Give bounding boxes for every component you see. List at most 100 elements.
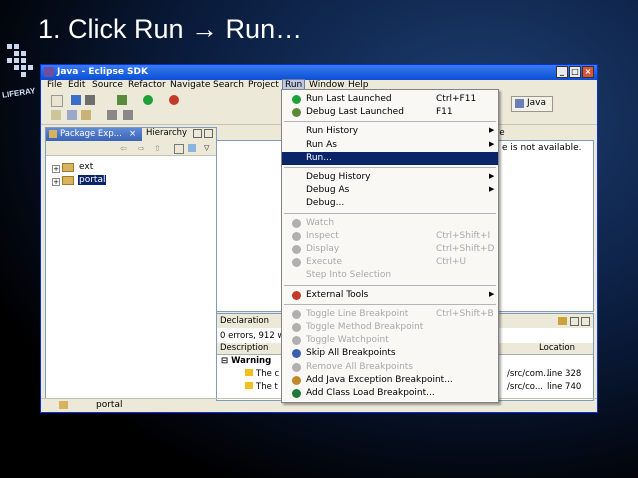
menu-separator xyxy=(284,212,496,214)
table-row[interactable]: The c xyxy=(245,369,279,379)
tab-label: Package Exp... xyxy=(60,129,122,139)
menu-item-debug-last-launched[interactable]: Debug Last Launched F11 xyxy=(282,106,498,119)
submenu-arrow-icon: ▶ xyxy=(489,289,495,298)
menu-item-execute: Execute Ctrl+U xyxy=(282,256,498,269)
menu-navigate[interactable]: Navigate xyxy=(168,80,212,90)
menu-refactor[interactable]: Refactor xyxy=(126,80,168,90)
print-icon[interactable] xyxy=(85,95,95,105)
debug-last-icon xyxy=(292,108,301,118)
menu-item-remove-all-breakpoints: Remove All Breakpoints xyxy=(282,361,498,374)
skip-breakpoints-icon xyxy=(292,349,301,359)
eclipse-icon xyxy=(44,67,54,77)
menu-project[interactable]: Project xyxy=(246,80,281,90)
menu-item-shortcut: Ctrl+Shift+D xyxy=(436,244,495,254)
project-folder-icon xyxy=(62,176,74,185)
minimize-button[interactable]: _ xyxy=(556,66,568,78)
package-icon xyxy=(49,130,57,138)
menu-item-run[interactable]: Run... xyxy=(282,151,498,165)
liferay-logo: LIFERAY xyxy=(2,44,36,114)
table-row[interactable]: ⊟ Warning xyxy=(221,356,271,366)
menu-item-debug-history[interactable]: Debug History ▶ xyxy=(282,171,498,184)
menu-file[interactable]: File xyxy=(45,80,64,90)
menu-separator xyxy=(284,167,496,168)
menu-item-label: Debug History xyxy=(306,172,371,182)
up-icon[interactable]: ⇧ xyxy=(154,144,161,153)
menu-item-debug[interactable]: Debug... xyxy=(282,197,498,210)
column-description[interactable]: Description xyxy=(220,343,268,353)
row-path: /src/co... xyxy=(507,382,543,392)
menu-item-run-as[interactable]: Run As ▶ xyxy=(282,139,498,152)
menu-item-external-tools[interactable]: External Tools ▶ xyxy=(282,289,498,302)
tab-package-explorer[interactable]: Package Exp... × xyxy=(46,128,142,141)
slide-title: 1. Click Run → Run… xyxy=(38,14,303,44)
run-icon[interactable] xyxy=(143,95,153,105)
forward-icon[interactable]: ⇨ xyxy=(138,144,145,153)
menu-item-label: Toggle Line Breakpoint xyxy=(306,308,409,319)
java-perspective-button[interactable]: Java xyxy=(511,96,553,112)
liferay-logo-text: LIFERAY xyxy=(1,86,36,100)
collapse-icon[interactable]: ⊟ xyxy=(221,356,231,366)
minimize-view-icon[interactable] xyxy=(193,129,202,138)
open-type-icon[interactable] xyxy=(51,110,61,120)
package-explorer-toolbar: ⇦ ⇨ ⇧ ▽ xyxy=(46,141,216,156)
link-editor-icon[interactable] xyxy=(188,144,196,152)
project-folder-icon xyxy=(62,163,74,172)
menu-item-run-last-launched[interactable]: Run Last Launched Ctrl+F11 xyxy=(282,93,498,106)
java-perspective-icon xyxy=(515,99,524,108)
menu-item-add-class-load-breakpoint[interactable]: Add Class Load Breakpoint... xyxy=(282,387,498,400)
menu-item-inspect: Inspect Ctrl+Shift+I xyxy=(282,230,498,243)
inspect-icon xyxy=(292,231,301,241)
view-menu-icon[interactable]: ▽ xyxy=(204,144,209,152)
menu-item-label: Run As xyxy=(306,139,337,150)
minimize-view-icon[interactable] xyxy=(570,317,579,326)
back-icon[interactable]: ⇦ xyxy=(120,144,127,153)
filter-icon[interactable] xyxy=(558,317,567,325)
window-titlebar[interactable]: Java - Eclipse SDK _ □ × xyxy=(41,65,597,80)
expand-icon[interactable]: + xyxy=(52,165,60,173)
run-last-icon xyxy=(292,95,301,104)
maximize-view-icon[interactable] xyxy=(204,129,213,138)
close-button[interactable]: × xyxy=(582,66,594,78)
method-breakpoint-icon xyxy=(292,323,301,332)
menu-item-label: Run History xyxy=(306,126,359,137)
maximize-button[interactable]: □ xyxy=(569,66,581,78)
menu-source[interactable]: Source xyxy=(90,80,125,90)
annotation-icon[interactable] xyxy=(81,110,91,120)
submenu-arrow-icon: ▶ xyxy=(489,185,495,194)
menu-item-label: Add Java Exception Breakpoint... xyxy=(306,374,453,385)
debug-icon[interactable] xyxy=(117,95,127,105)
save-icon[interactable] xyxy=(71,95,81,105)
menu-item-label: Debug Last Launched xyxy=(306,107,404,118)
warning-icon xyxy=(245,382,253,389)
class-load-breakpoint-icon xyxy=(292,389,301,398)
maximize-view-icon[interactable] xyxy=(581,317,590,326)
menu-item-label: Toggle Method Breakpoint xyxy=(306,322,424,332)
collapse-all-icon[interactable] xyxy=(174,144,184,154)
new-icon[interactable] xyxy=(51,95,63,107)
menu-item-shortcut: Ctrl+U xyxy=(436,257,467,268)
external-tools-icon[interactable] xyxy=(169,95,179,105)
menu-item-add-java-exception-breakpoint[interactable]: Add Java Exception Breakpoint... xyxy=(282,374,498,387)
external-tools-icon xyxy=(292,290,301,300)
menu-item-toggle-method-breakpoint: Toggle Method Breakpoint xyxy=(282,321,498,334)
remove-breakpoints-icon xyxy=(292,362,301,372)
menu-search[interactable]: Search xyxy=(211,80,246,90)
expand-icon[interactable]: + xyxy=(52,178,60,186)
close-icon[interactable]: × xyxy=(129,129,136,139)
menu-item-run-history[interactable]: Run History ▶ xyxy=(282,125,498,138)
menu-item-toggle-line-breakpoint: Toggle Line Breakpoint Ctrl+Shift+B xyxy=(282,308,498,321)
table-row[interactable]: The t xyxy=(245,382,278,392)
row-description: Warning xyxy=(231,356,272,366)
outline-message: e is not available. xyxy=(502,143,582,153)
forward-icon[interactable] xyxy=(123,110,133,120)
watch-icon xyxy=(292,218,301,228)
menu-edit[interactable]: Edit xyxy=(66,80,87,90)
back-icon[interactable] xyxy=(107,110,117,120)
menu-item-debug-as[interactable]: Debug As ▶ xyxy=(282,184,498,197)
tab-declaration[interactable]: Declaration xyxy=(220,316,269,326)
menu-item-step-into-selection: Step Into Selection xyxy=(282,269,498,282)
tab-hierarchy[interactable]: Hierarchy xyxy=(146,128,187,138)
column-location[interactable]: Location xyxy=(539,343,575,353)
search-icon[interactable] xyxy=(67,110,77,120)
menu-item-skip-all-breakpoints[interactable]: Skip All Breakpoints xyxy=(282,347,498,360)
